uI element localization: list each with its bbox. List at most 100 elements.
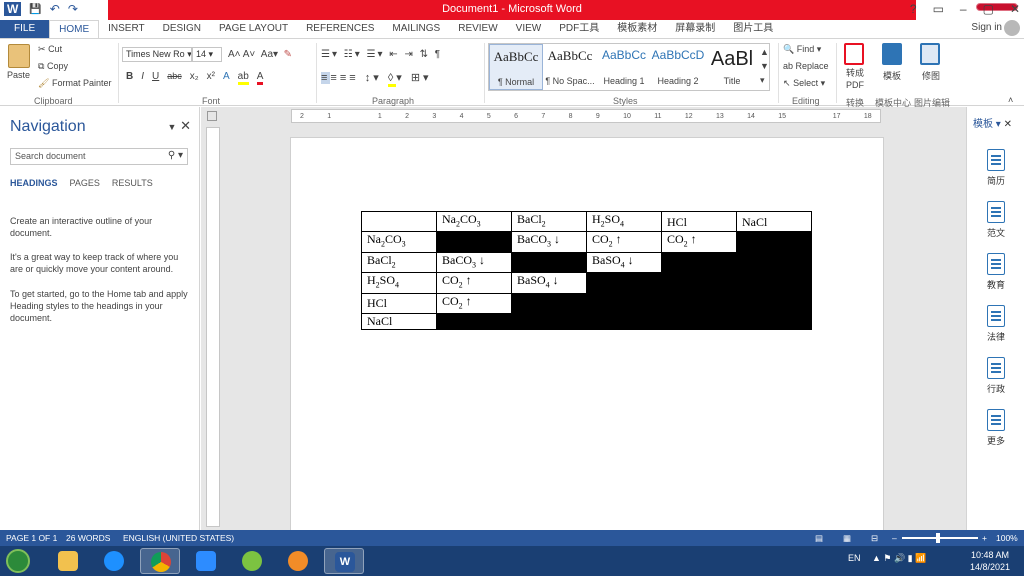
vertical-ruler[interactable] (206, 127, 220, 527)
search-icon[interactable]: ⚲ ▾ (168, 150, 183, 161)
table-cell[interactable] (586, 272, 662, 294)
word-app[interactable]: W (324, 548, 364, 574)
horizontal-ruler[interactable]: 2 1 1 2 3 4 5 6 7 8 9 10 11 12 13 14 15 17 18 (291, 109, 881, 123)
table-cell[interactable]: Na2CO3 (436, 210, 512, 233)
close-button[interactable]: ✕ (1010, 2, 1020, 16)
template-category-item[interactable]: 教育 (967, 253, 1024, 291)
table-cell[interactable] (736, 231, 812, 253)
tray-icons[interactable]: ▲ ⚑ 🔊 ▮ 📶 (872, 553, 926, 564)
table-cell[interactable] (661, 312, 737, 330)
restore-button[interactable]: ▢ (983, 2, 994, 16)
styles-scroll[interactable]: ▲ ▼ ▾ (760, 45, 769, 87)
table-cell[interactable] (736, 312, 812, 330)
underline-button[interactable]: U (152, 71, 159, 85)
tab-item[interactable]: HOME (49, 20, 100, 38)
table-cell[interactable] (736, 292, 812, 314)
table-cell[interactable]: CO2 ↑ (586, 231, 662, 253)
pdf-icon[interactable] (844, 43, 864, 65)
table-cell[interactable]: HCl (661, 210, 737, 233)
save-icon[interactable]: 💾 (29, 4, 41, 15)
style-item[interactable]: AaBbCcD Heading 2 (651, 44, 705, 90)
tab-file[interactable]: FILE (0, 20, 50, 38)
undo-icon[interactable]: ↶ (50, 2, 60, 16)
text-effects-button[interactable]: A (223, 71, 230, 85)
format-painter-button[interactable]: 🖌 Format Painter (38, 78, 111, 89)
close-icon[interactable]: ✕ (180, 118, 191, 133)
table-cell[interactable]: CO2 ↑ (436, 272, 512, 294)
tab-item[interactable]: REVIEW (449, 20, 506, 38)
avatar[interactable] (1004, 20, 1020, 36)
table-cell[interactable] (661, 251, 737, 274)
read-mode-icon[interactable]: ▤ (815, 533, 823, 544)
word-count[interactable]: 26 WORDS (66, 533, 110, 543)
to-pdf-button[interactable]: 转成PDF (843, 67, 867, 91)
align-buttons[interactable]: ≡≡≡≡ ↕▾ ◊▾ ⊞▾ (321, 71, 432, 87)
font-color-icon[interactable]: A (256, 71, 264, 85)
table-cell[interactable] (736, 272, 812, 294)
paste-icon[interactable] (8, 44, 30, 68)
web-layout-icon[interactable]: ⊟ (871, 533, 878, 544)
table-cell[interactable]: H2SO4 (586, 210, 662, 233)
tab-pages[interactable]: PAGES (70, 178, 100, 188)
tab-selector[interactable] (207, 111, 217, 121)
nav-search-input[interactable]: Search document ⚲ ▾ (10, 148, 188, 165)
table-cell[interactable] (361, 210, 437, 233)
select-button[interactable]: ↖ Select ▾ (783, 78, 825, 89)
table-cell[interactable]: BaCO3 ↓ (436, 251, 512, 274)
minimize-button[interactable]: – (960, 2, 967, 16)
template-category-item[interactable]: 法律 (967, 305, 1024, 343)
close-icon[interactable]: ✕ (1004, 119, 1012, 130)
template-category-item[interactable]: 行政 (967, 357, 1024, 395)
table-cell[interactable]: CO2 ↑ (661, 231, 737, 253)
table-cell[interactable]: Na2CO3 (361, 231, 437, 253)
language-indicator[interactable]: ENGLISH (UNITED STATES) (123, 533, 234, 543)
tab-item[interactable]: PDF工具 (550, 20, 608, 38)
table-cell[interactable]: NaCl (361, 312, 437, 330)
table-cell[interactable]: BaSO4 ↓ (511, 272, 587, 294)
sign-in-link[interactable]: Sign in (971, 22, 1002, 33)
table-cell[interactable]: CO2 ↑ (436, 292, 512, 314)
system-clock[interactable]: 10:48 AM 14/8/2021 (970, 549, 1010, 573)
tab-headings[interactable]: HEADINGS (10, 178, 58, 188)
tab-item[interactable]: DESIGN (154, 20, 210, 38)
table-cell[interactable]: BaSO4 ↓ (586, 251, 662, 274)
tab-results[interactable]: RESULTS (112, 178, 153, 188)
table-cell[interactable] (736, 251, 812, 274)
table-cell[interactable] (436, 231, 512, 253)
zoom-slider[interactable] (902, 537, 978, 539)
collapse-ribbon-icon[interactable]: ˄ (1008, 95, 1013, 105)
style-item[interactable]: AaBbCc Heading 1 (597, 44, 651, 90)
tab-item[interactable]: REFERENCES (297, 20, 383, 38)
tab-item[interactable]: PAGE LAYOUT (210, 20, 297, 38)
tab-item[interactable]: 图片工具 (724, 20, 782, 38)
style-item[interactable]: AaBbCc ¶ No Spac... (543, 44, 597, 90)
table-cell[interactable]: BaCl2 (511, 210, 587, 233)
table-cell[interactable]: HCl (361, 292, 437, 314)
highlight-icon[interactable]: ab (237, 71, 249, 85)
template-icon[interactable] (882, 43, 902, 65)
tab-item[interactable]: 屏幕录制 (666, 20, 724, 38)
bold-button[interactable]: B (126, 71, 133, 85)
redo-icon[interactable]: ↷ (68, 2, 78, 16)
app-icon-orange[interactable] (278, 548, 318, 574)
table-cell[interactable] (511, 292, 587, 314)
tab-item[interactable]: VIEW (507, 20, 551, 38)
chevron-down-icon[interactable]: ▼ (168, 122, 177, 132)
style-item[interactable]: AaBl Title (705, 44, 759, 90)
subscript-button[interactable]: x₂ (190, 71, 199, 85)
help-button[interactable]: ? (910, 2, 917, 16)
table-cell[interactable] (661, 292, 737, 314)
page-count[interactable]: PAGE 1 OF 1 (6, 533, 57, 543)
ribbon-display-icon[interactable]: ▭ (933, 2, 944, 16)
tab-item[interactable]: 模板素材 (608, 20, 666, 38)
table-cell[interactable] (586, 312, 662, 330)
table-cell[interactable]: NaCl (736, 210, 812, 233)
cut-button[interactable]: ✂ Cut (38, 44, 62, 55)
zoom-slider-thumb[interactable] (936, 533, 940, 543)
image-edit-icon[interactable] (920, 43, 940, 65)
zoom-level[interactable]: 100% (996, 533, 1018, 543)
font-name-input[interactable]: Times New Ro ▾ (122, 47, 192, 62)
style-item[interactable]: AaBbCc ¶ Normal (489, 44, 543, 90)
table-cell[interactable]: BaCl2 (361, 251, 437, 274)
table-cell[interactable] (511, 251, 587, 274)
